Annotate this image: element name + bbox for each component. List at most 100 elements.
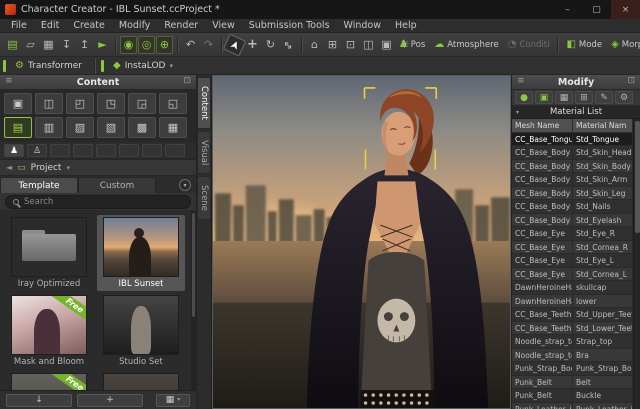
preview-camera-icon[interactable]: ▣ [378,36,395,54]
edit-material-icon[interactable]: ✎ [595,91,613,104]
material-row-cc-base-body-std-skin-arm[interactable]: CC_Base_BodyStd_Skin_Arm [512,173,633,187]
texture-icon[interactable]: ▣ [535,91,553,104]
appearance-editor-icon[interactable]: ◉ [120,36,137,54]
export-icon[interactable]: ↥ [76,36,93,54]
column-header-mesh-name[interactable]: Mesh Name [512,119,573,133]
pose-button[interactable]: ♟Pos [395,36,429,54]
category-hair-icon[interactable]: ▨ [66,117,94,138]
material-row-noodle-strap-top-strap-top[interactable]: Noodle_strap_topStrap_top [512,335,633,349]
menu-item-view[interactable]: View [205,20,242,31]
subcategory-character-icon[interactable]: ♙ [27,144,47,157]
subcategory-slot-1[interactable] [50,144,70,157]
material-row-cc-base-eye-std-cornea-l[interactable]: CC_Base_EyeStd_Cornea_L [512,268,633,282]
atmosphere-button[interactable]: ☁Atmosphere [430,36,502,54]
content-item-ibl-sunset[interactable]: IBL Sunset [97,215,185,291]
mesh-icon[interactable]: ▦ [555,91,573,104]
material-row-cc-base-eye-std-cornea-r[interactable]: CC_Base_EyeStd_Cornea_R [512,241,633,255]
move-tool-icon[interactable]: + [244,36,261,54]
scrollbar-thumb[interactable] [192,213,195,317]
open-project-icon[interactable]: ▱ [22,36,39,54]
category-material-icon[interactable]: ▦ [159,117,187,138]
dock-icon[interactable]: ⊡ [183,76,191,86]
material-row-punk-strap-boots-punk-strap-boots[interactable]: Punk_Strap_BootsPunk_Strap_Boots [512,362,633,376]
menu-item-edit[interactable]: Edit [34,20,66,31]
tab-custom[interactable]: Custom [78,177,156,193]
side-tab-content[interactable]: Content [197,77,211,129]
material-ball-icon[interactable]: ● [515,91,533,104]
table-scrollbar[interactable] [633,119,640,409]
content-item-studio-set[interactable]: Studio Set [97,293,185,369]
breadcrumb-label[interactable]: Project [31,163,62,173]
skin-gen-icon[interactable]: ◎ [138,36,155,54]
scrollbar-thumb[interactable] [635,121,640,233]
minimize-button[interactable]: – [553,0,582,19]
instalod-button[interactable]: ◆ InstaLOD ▾ [107,58,179,73]
material-settings-icon[interactable]: ⚙ [615,91,633,104]
content-store-icon[interactable]: ⊕ [156,36,173,54]
category-prop-icon[interactable]: ◳ [97,93,125,114]
side-tab-scene[interactable]: Scene [197,176,211,220]
subcategory-slot-3[interactable] [96,144,116,157]
material-row-cc-base-teeth-std-upper-teeth[interactable]: CC_Base_TeethStd_Upper_Teeth [512,308,633,322]
undo-icon[interactable]: ↶ [182,36,199,54]
menu-item-submission-tools[interactable]: Submission Tools [242,20,337,31]
menu-item-modify[interactable]: Modify [112,20,157,31]
uv-grid-icon[interactable]: ⊞ [575,91,593,104]
material-row-cc-base-eye-std-eye-r[interactable]: CC_Base_EyeStd_Eye_R [512,227,633,241]
subcategory-slot-2[interactable] [73,144,93,157]
tab-template[interactable]: Template [0,177,78,193]
material-row-cc-base-eye-std-eye-l[interactable]: CC_Base_EyeStd_Eye_L [512,254,633,268]
viewport-3d-scene[interactable] [212,75,511,409]
download-button[interactable]: ↓ [6,394,72,407]
close-button[interactable]: × [611,0,640,19]
view-options-button[interactable]: ▦ ▾ [156,394,190,407]
dock-icon[interactable]: ⊡ [627,76,635,86]
frame-selected-icon[interactable]: ⊡ [342,36,359,54]
condition-button[interactable]: ◔Conditi [504,36,554,54]
add-content-button[interactable]: + [77,394,143,407]
category-stage-icon[interactable]: ◱ [159,93,187,114]
category-cloth-icon[interactable]: ▥ [35,117,63,138]
material-list-header[interactable]: ▾ Material List [512,106,640,119]
material-row-cc-base-tongue-std-tongue[interactable]: CC_Base_TongueStd_Tongue [512,133,633,147]
content-scrollbar[interactable] [191,211,196,390]
menu-item-file[interactable]: File [4,20,34,31]
menu-item-render[interactable]: Render [157,20,205,31]
side-tab-visual[interactable]: Visual [197,131,211,174]
content-item-item-6[interactable] [97,371,185,390]
save-project-icon[interactable]: ▦ [40,36,57,54]
content-item-item-5[interactable]: Free [5,371,93,390]
category-project-icon[interactable]: ▣ [4,93,32,114]
material-row-dawnheroinehair-lower[interactable]: DawnHeroineHairlower [512,295,633,309]
select-tool-icon[interactable]: ➤ [223,33,246,56]
scale-tool-icon[interactable]: ↔ [276,32,301,57]
category-shoes-icon[interactable]: ▧ [97,117,125,138]
category-accessory-icon[interactable]: ▩ [128,117,156,138]
redo-icon[interactable]: ↷ [200,36,217,54]
new-project-icon[interactable]: ▤ [4,36,21,54]
material-row-cc-base-teeth-std-lower-teeth[interactable]: CC_Base_TeethStd_Lower_Teeth [512,322,633,336]
transformer-button[interactable]: ⚙ Transformer [9,58,88,73]
morph-panel-button[interactable]: ◈Morp [607,36,640,54]
menu-item-window[interactable]: Window [337,20,388,31]
category-template-icon[interactable]: ▤ [4,117,32,138]
maximize-button[interactable]: ▢ [582,0,611,19]
category-motion-icon[interactable]: ◰ [66,93,94,114]
back-icon[interactable]: ◄ [6,163,12,172]
panel-menu-icon[interactable]: ≡ [517,76,525,86]
material-row-dawnheroinehair-skullcap[interactable]: DawnHeroineHairskullcap [512,281,633,295]
material-row-cc-base-body-std-skin-body[interactable]: CC_Base_BodyStd_Skin_Body [512,160,633,174]
modify-panel-button[interactable]: ◧Mode [562,36,606,54]
camera-view-icon[interactable]: ◫ [360,36,377,54]
import-icon[interactable]: ↧ [58,36,75,54]
send-to-iclone-icon[interactable]: ► [94,36,111,54]
material-row-cc-base-body-std-skin-leg[interactable]: CC_Base_BodyStd_Skin_Leg [512,187,633,201]
home-view-icon[interactable]: ⌂ [306,36,323,54]
content-item-iray-optimized[interactable]: Iray Optimized [5,215,93,291]
material-row-cc-base-body-std-nails[interactable]: CC_Base_BodyStd_Nails [512,200,633,214]
caret-down-icon[interactable]: ▾ [66,164,70,172]
material-row-cc-base-body-std-eyelash[interactable]: CC_Base_BodyStd_Eyelash [512,214,633,228]
material-row-punk-leather-jacket-punk-leather-jacket[interactable]: Punk_Leather_jacketPunk_Leather_jacket [512,403,633,409]
frame-all-icon[interactable]: ⊞ [324,36,341,54]
subcategory-slot-6[interactable] [165,144,185,157]
